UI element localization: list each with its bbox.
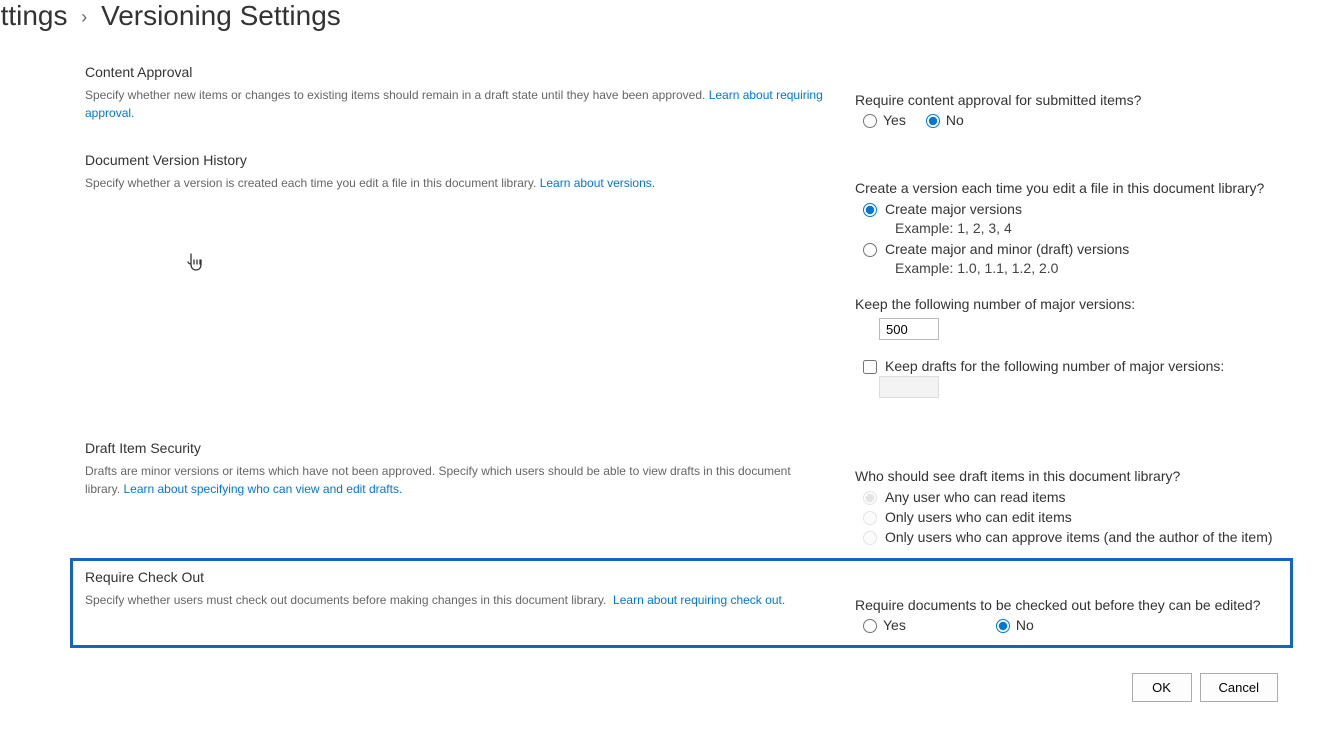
footer-buttons: OK Cancel [0, 648, 1333, 702]
minor-example: Example: 1.0, 1.1, 1.2, 2.0 [895, 260, 1283, 276]
section-title: Draft Item Security [85, 440, 825, 456]
major-example: Example: 1, 2, 3, 4 [895, 220, 1283, 236]
draft-question: Who should see draft items in this docum… [855, 468, 1283, 484]
keep-major-label: Keep the following number of major versi… [855, 296, 1283, 312]
section-title: Require Check Out [85, 569, 825, 585]
learn-versions-link[interactable]: Learn about versions. [540, 176, 655, 190]
keep-drafts-checkbox[interactable] [863, 360, 877, 374]
approval-no-radio[interactable] [926, 114, 940, 128]
checkout-no-radio[interactable] [996, 619, 1010, 633]
require-checkout-highlight: Require Check Out Specify whether users … [70, 558, 1293, 648]
minor-versions-radio[interactable] [863, 243, 877, 257]
keep-drafts-input [879, 376, 939, 398]
major-versions-option[interactable]: Create major versions [863, 200, 1283, 218]
section-desc: Drafts are minor versions or items which… [85, 462, 825, 498]
approval-question: Require content approval for submitted i… [855, 92, 1283, 108]
section-desc: Specify whether new items or changes to … [85, 86, 825, 122]
section-draft-security: Draft Item Security Drafts are minor ver… [85, 428, 1283, 558]
major-versions-radio[interactable] [863, 203, 877, 217]
chevron-right-icon: › [81, 7, 87, 28]
draft-read-option: Any user who can read items [863, 488, 1283, 506]
learn-checkout-link[interactable]: Learn about requiring check out. [613, 593, 785, 607]
learn-drafts-link[interactable]: Learn about specifying who can view and … [123, 482, 402, 496]
section-content-approval: Content Approval Specify whether new ite… [85, 52, 1283, 140]
breadcrumb: ettings › Versioning Settings [0, 0, 1333, 52]
keep-major-input[interactable] [879, 318, 939, 340]
ok-button[interactable]: OK [1132, 673, 1192, 702]
checkout-no-option[interactable]: No [996, 617, 1034, 633]
section-desc: Specify whether users must check out doc… [85, 591, 825, 609]
approval-yes-option[interactable]: Yes [863, 112, 906, 128]
checkout-yes-radio[interactable] [863, 619, 877, 633]
minor-versions-option[interactable]: Create major and minor (draft) versions [863, 240, 1283, 258]
draft-approve-radio [863, 531, 877, 545]
keep-drafts-label: Keep drafts for the following number of … [885, 358, 1224, 374]
section-require-checkout: Require Check Out Specify whether users … [85, 569, 1278, 633]
checkout-question: Require documents to be checked out befo… [855, 597, 1278, 613]
draft-edit-option: Only users who can edit items [863, 508, 1283, 526]
draft-approve-option: Only users who can approve items (and th… [863, 528, 1283, 546]
draft-edit-radio [863, 511, 877, 525]
cancel-button[interactable]: Cancel [1200, 673, 1278, 702]
version-question: Create a version each time you edit a fi… [855, 180, 1283, 196]
breadcrumb-prev[interactable]: ettings [0, 0, 68, 31]
section-title: Document Version History [85, 152, 825, 168]
approval-no-option[interactable]: No [926, 112, 964, 128]
section-version-history: Document Version History Specify whether… [85, 140, 1283, 428]
checkout-yes-option[interactable]: Yes [863, 617, 906, 633]
breadcrumb-current: Versioning Settings [101, 0, 341, 31]
section-desc: Specify whether a version is created eac… [85, 174, 825, 192]
draft-read-radio [863, 491, 877, 505]
section-title: Content Approval [85, 64, 825, 80]
approval-yes-radio[interactable] [863, 114, 877, 128]
